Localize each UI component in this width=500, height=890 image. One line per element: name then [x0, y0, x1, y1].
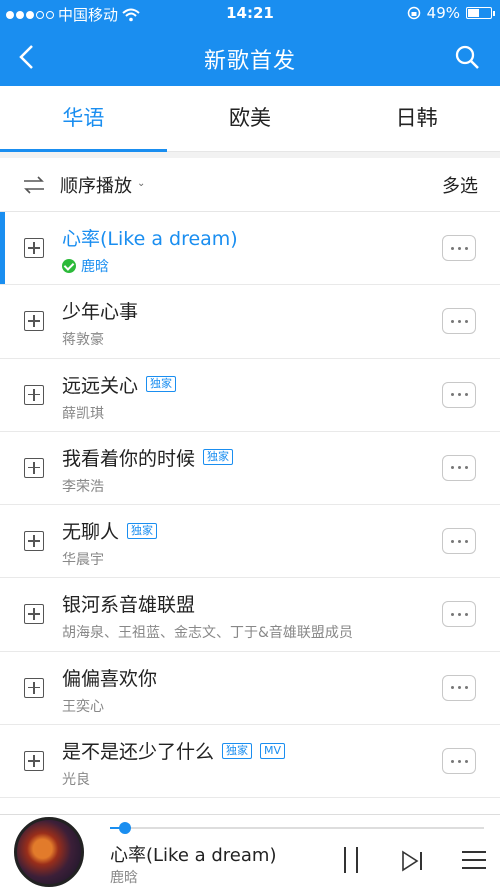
play-order-icon[interactable] [22, 173, 46, 197]
add-icon[interactable] [24, 751, 44, 772]
song-title: 无聊人 [62, 521, 120, 544]
more-options-icon[interactable] [442, 381, 476, 408]
song-title: 少年心事 [62, 301, 139, 324]
exclusive-badge: 独家 [146, 376, 177, 393]
list-item[interactable]: 偏偏喜欢你 王奕心 [0, 651, 500, 726]
song-artist: 光良 [62, 772, 90, 789]
song-artist: 王奕心 [62, 698, 104, 715]
add-icon[interactable] [24, 384, 44, 405]
song-title: 远远关心 [62, 374, 139, 397]
more-options-icon[interactable] [442, 528, 476, 555]
song-title: 心率(Like a dream) [62, 228, 238, 250]
more-options-icon[interactable] [442, 601, 476, 628]
playlist-icon[interactable] [462, 851, 486, 871]
song-title: 我看着你的时候 [62, 447, 196, 470]
list-item[interactable]: 是不是还少了什么 独家 MV 光良 [0, 725, 500, 799]
mv-badge[interactable]: MV [260, 742, 286, 759]
list-item[interactable]: 心率(Like a dream) 鹿晗 [0, 212, 500, 286]
tab-chinese[interactable]: 华语 [0, 86, 167, 152]
list-item[interactable]: 我看着你的时候 独家 李荣浩 [0, 431, 500, 506]
add-icon[interactable] [24, 677, 44, 698]
add-icon[interactable] [24, 457, 44, 478]
add-icon[interactable] [24, 531, 44, 552]
tab-western[interactable]: 欧美 [167, 86, 334, 151]
page-title: 新歌首发 [203, 49, 296, 74]
search-icon[interactable] [454, 44, 480, 70]
list-item[interactable]: 银河系音雄联盟 胡海泉、王祖蓝、金志文、丁于&音雄联盟成员 [0, 578, 500, 652]
add-icon[interactable] [24, 238, 44, 258]
song-artist: 蒋敦豪 [62, 332, 104, 349]
song-list: 心率(Like a dream) 鹿晗 少年心事 蒋敦豪 远远关心 独家 薛凯琪… [0, 212, 500, 799]
song-title: 偏偏喜欢你 [62, 667, 158, 690]
battery-percent: 49% [426, 4, 460, 22]
album-cover[interactable] [14, 817, 84, 887]
list-item[interactable]: 少年心事 蒋敦豪 [0, 285, 500, 359]
chevron-down-icon: ⌄ [137, 178, 146, 189]
song-artist: 李荣浩 [62, 478, 104, 495]
mini-player: 心率(Like a dream) 鹿晗 [0, 814, 500, 890]
add-icon[interactable] [24, 604, 44, 625]
list-item[interactable]: 远远关心 独家 薛凯琪 [0, 358, 500, 432]
tab-japan-korea[interactable]: 日韩 [333, 86, 500, 151]
next-icon[interactable] [400, 849, 426, 873]
more-options-icon[interactable] [442, 454, 476, 481]
more-options-icon[interactable] [442, 748, 476, 775]
now-playing-title: 心率(Like a dream) [110, 845, 277, 866]
more-options-icon[interactable] [442, 308, 476, 335]
pause-icon[interactable] [340, 847, 362, 873]
rotation-lock-icon [407, 6, 420, 20]
list-item[interactable]: 无聊人 独家 华晨宇 [0, 505, 500, 579]
song-title: 银河系音雄联盟 [62, 594, 196, 617]
play-order-button[interactable]: 顺序播放 [60, 172, 132, 198]
progress-track[interactable] [110, 827, 484, 829]
multi-select-button[interactable]: 多选 [442, 172, 478, 198]
song-artist: 薛凯琪 [62, 405, 104, 422]
list-toolbar: 顺序播放 ⌄ 多选 [0, 158, 500, 212]
add-icon[interactable] [24, 311, 44, 332]
battery-icon [466, 7, 495, 19]
song-title: 是不是还少了什么 [62, 741, 215, 764]
downloaded-check-icon [62, 259, 76, 273]
exclusive-badge: 独家 [222, 742, 253, 759]
more-options-icon[interactable] [442, 674, 476, 701]
song-artist: 胡海泉、王祖蓝、金志文、丁于&音雄联盟成员 [62, 625, 353, 642]
status-bar: 中国移动 14:21 49% [0, 0, 500, 28]
more-options-icon[interactable] [442, 235, 476, 261]
progress-knob[interactable] [119, 822, 131, 834]
exclusive-badge: 独家 [127, 522, 158, 539]
category-tabs: 华语 欧美 日韩 [0, 86, 500, 152]
song-artist: 鹿晗 [81, 259, 109, 275]
song-artist: 华晨宇 [62, 552, 104, 569]
exclusive-badge: 独家 [203, 449, 234, 466]
now-playing-artist: 鹿晗 [110, 870, 138, 886]
nav-bar: 新歌首发 [0, 28, 500, 86]
